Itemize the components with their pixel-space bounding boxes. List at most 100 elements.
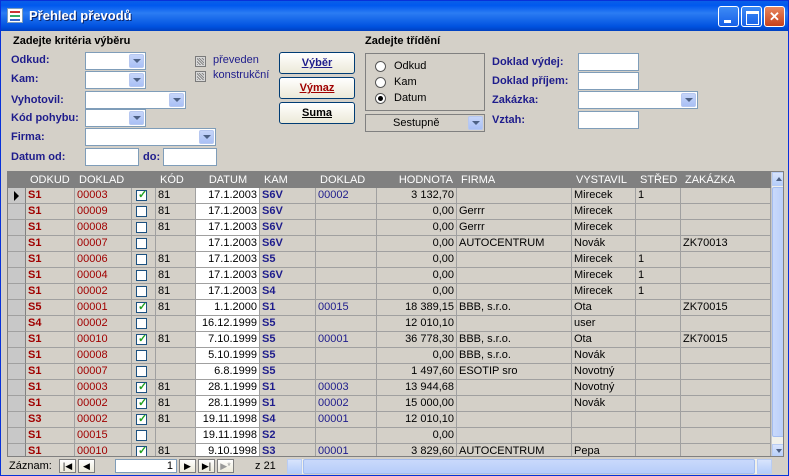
column-header[interactable]: DATUM: [200, 173, 256, 187]
row-checkbox[interactable]: [136, 350, 147, 361]
scroll-up-icon[interactable]: [772, 172, 783, 186]
preveden-cell[interactable]: [132, 268, 156, 284]
col-vystavil[interactable]: [572, 428, 636, 444]
col-hodnota[interactable]: 15 000,00: [377, 396, 457, 412]
preveden-cell[interactable]: [132, 220, 156, 236]
col-doklad2[interactable]: 00001: [316, 332, 377, 348]
table-row[interactable]: S1 00002 81 17.1.2003 S4 0,00 Mirecek 1: [8, 284, 771, 300]
col-kam[interactable]: S4: [260, 412, 316, 428]
col-hodnota[interactable]: 0,00: [377, 348, 457, 364]
minimize-button[interactable]: [718, 6, 739, 27]
col-kam[interactable]: S5: [260, 252, 316, 268]
table-row[interactable]: S100010 819.10.1998S3000013 829,60AUTOCEN…: [8, 444, 771, 456]
row-checkbox[interactable]: [136, 206, 147, 217]
col-doklad[interactable]: 00007: [75, 236, 132, 252]
chevron-down-icon[interactable]: [199, 130, 214, 144]
row-checkbox[interactable]: [136, 300, 147, 315]
col-firma[interactable]: BBB, s.r.o.: [457, 300, 572, 316]
preveden-checkbox[interactable]: [195, 56, 206, 67]
col-hodnota[interactable]: 0,00: [377, 204, 457, 220]
col-odkud[interactable]: S1: [26, 332, 75, 348]
row-checkbox[interactable]: [136, 318, 147, 329]
col-odkud[interactable]: S4: [26, 316, 75, 332]
col-vystavil[interactable]: Mirecek: [572, 284, 636, 300]
col-odkud[interactable]: S1: [26, 252, 75, 268]
col-zakazka[interactable]: [681, 284, 771, 300]
col-vystavil[interactable]: [572, 412, 636, 428]
col-kod[interactable]: 81: [156, 380, 196, 396]
table-row[interactable]: S1 00015 19.11.1998 S2 0,00: [8, 428, 771, 444]
doklad-prijem-input[interactable]: [578, 72, 639, 90]
col-vystavil[interactable]: Mirecek: [572, 252, 636, 268]
col-datum[interactable]: 17.1.2003: [196, 284, 260, 300]
col-zakazka[interactable]: [681, 396, 771, 412]
row-checkbox[interactable]: [136, 254, 147, 265]
row-selector[interactable]: [8, 412, 26, 428]
col-kam[interactable]: S6V: [260, 220, 316, 236]
col-doklad2[interactable]: 00015: [316, 300, 377, 316]
row-selector[interactable]: [8, 348, 26, 364]
col-datum[interactable]: 19.11.1998: [196, 428, 260, 444]
col-vystavil[interactable]: user: [572, 316, 636, 332]
col-doklad2[interactable]: [316, 364, 377, 380]
preveden-cell[interactable]: [132, 428, 156, 444]
column-header[interactable]: VYSTAVIL: [576, 173, 632, 187]
row-selector[interactable]: [8, 236, 26, 252]
table-row[interactable]: S1 00008 5.10.1999 S5 0,00 BBB, s.r.o. Novák: [8, 348, 771, 364]
suma-button[interactable]: Suma: [279, 102, 355, 124]
table-row[interactable]: S500001 811.1.2000S10001518 389,15BBB, s.…: [8, 300, 771, 316]
scroll-down-icon[interactable]: [772, 444, 783, 456]
col-stred[interactable]: 1: [636, 284, 681, 300]
col-kod[interactable]: [156, 364, 196, 380]
col-hodnota[interactable]: 18 389,15: [377, 300, 457, 316]
col-firma[interactable]: Gerrr: [457, 204, 572, 220]
col-stred[interactable]: [636, 428, 681, 444]
col-kod[interactable]: 81: [156, 268, 196, 284]
col-stred[interactable]: 1: [636, 268, 681, 284]
column-header[interactable]: DOKLAD: [320, 173, 373, 187]
col-doklad[interactable]: 00001: [75, 300, 132, 316]
col-stred[interactable]: [636, 444, 681, 456]
col-odkud[interactable]: S1: [26, 188, 75, 204]
col-hodnota[interactable]: 0,00: [377, 220, 457, 236]
col-kod[interactable]: [156, 348, 196, 364]
chevron-down-icon[interactable]: [681, 93, 696, 107]
col-doklad2[interactable]: [316, 428, 377, 444]
scroll-thumb[interactable]: [772, 187, 783, 437]
col-firma[interactable]: [457, 252, 572, 268]
col-doklad2[interactable]: 00002: [316, 396, 377, 412]
preveden-cell[interactable]: [132, 300, 156, 316]
col-zakazka[interactable]: [681, 220, 771, 236]
col-datum[interactable]: 16.12.1999: [196, 316, 260, 332]
col-hodnota[interactable]: 36 778,30: [377, 332, 457, 348]
row-selector[interactable]: [8, 204, 26, 220]
row-checkbox[interactable]: [136, 188, 147, 203]
column-header[interactable]: ZAKÁZKA: [685, 173, 767, 187]
col-firma[interactable]: [457, 284, 572, 300]
col-zakazka[interactable]: [681, 412, 771, 428]
col-kod[interactable]: [156, 316, 196, 332]
col-kod[interactable]: 81: [156, 252, 196, 268]
title-bar[interactable]: Přehled převodů ✕: [1, 1, 788, 31]
row-selector[interactable]: [8, 268, 26, 284]
col-datum[interactable]: 9.10.1998: [196, 444, 260, 456]
vyber-button[interactable]: Výběr: [279, 52, 355, 74]
preveden-cell[interactable]: [132, 236, 156, 252]
col-hodnota[interactable]: 12 010,10: [377, 412, 457, 428]
col-odkud[interactable]: S1: [26, 364, 75, 380]
col-datum[interactable]: 17.1.2003: [196, 252, 260, 268]
col-datum[interactable]: 1.1.2000: [196, 300, 260, 316]
row-checkbox[interactable]: [136, 444, 147, 456]
column-header[interactable]: HODNOTA: [381, 173, 453, 187]
col-zakazka[interactable]: [681, 204, 771, 220]
col-hodnota[interactable]: 3 132,70: [377, 188, 457, 204]
col-kam[interactable]: S6V: [260, 188, 316, 204]
vymaz-button[interactable]: Výmaz: [279, 77, 355, 99]
row-selector[interactable]: [8, 380, 26, 396]
col-kam[interactable]: S1: [260, 380, 316, 396]
table-row[interactable]: S1 00004 81 17.1.2003 S6V 0,00 Mirecek 1: [8, 268, 771, 284]
chevron-down-icon[interactable]: [468, 116, 483, 130]
col-firma[interactable]: [457, 412, 572, 428]
last-record-button[interactable]: ▶|: [198, 459, 215, 473]
col-kam[interactable]: S6V: [260, 268, 316, 284]
